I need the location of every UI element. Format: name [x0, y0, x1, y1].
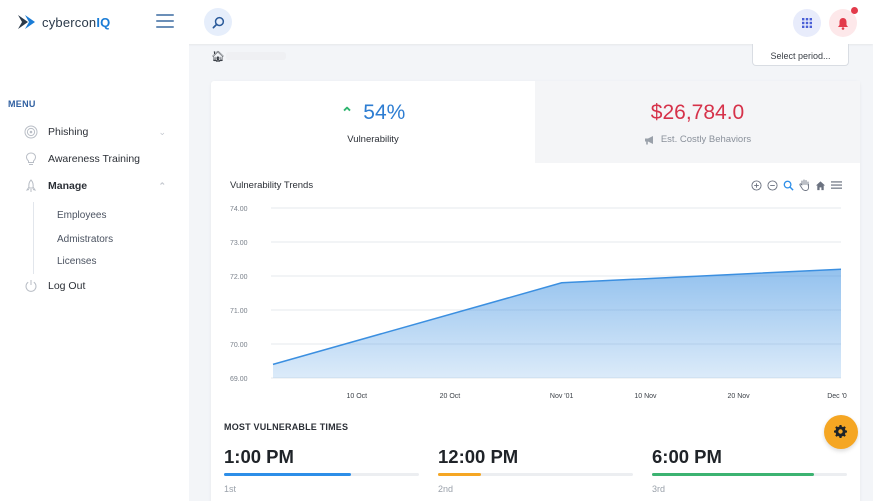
grid-icon — [802, 18, 812, 28]
x-tick-label: Nov '01 — [550, 393, 574, 400]
period-select-value: Select period... — [770, 51, 831, 61]
vulnerability-trend-chart: 74.00 73.00 72.00 71.00 70.00 69.00 10 Oct 20 O… — [230, 206, 847, 400]
y-tick-label: 70.00 — [230, 342, 248, 349]
y-tick-label: 74.00 — [230, 206, 248, 213]
gear-icon — [834, 425, 848, 439]
x-tick-label: 20 Nov — [727, 393, 750, 400]
chevron-up-icon: ⌃ — [158, 180, 166, 191]
settings-fab-button[interactable] — [824, 415, 858, 449]
chart-menu-icon[interactable] — [830, 179, 842, 191]
sidebar-item-label: Awareness Training — [48, 153, 141, 165]
y-tick-label: 71.00 — [230, 308, 248, 315]
top-bar: cyberconIQ — [0, 0, 873, 44]
brand-suffix: IQ — [96, 14, 111, 30]
costly-behaviors-label: Est. Costly Behaviors — [660, 134, 752, 145]
sidebar-subitem-administrators[interactable]: Admistrators — [57, 234, 113, 245]
vulnerability-label: Vulnerability — [347, 134, 399, 145]
home-icon[interactable]: 🏠︎ — [211, 50, 225, 63]
sidebar-item-logout[interactable]: Log Out — [24, 277, 174, 295]
vulnerable-time-rank: 2nd — [438, 484, 454, 494]
reset-home-icon[interactable] — [814, 179, 826, 191]
chevron-down-icon: ⌄ — [158, 126, 166, 137]
vulnerable-time-value: 6:00 PM — [652, 446, 722, 467]
app-frame: cyberconIQ MENU Phishing ⌄ Awareness Tra… — [0, 0, 873, 501]
sidebar-item-label: Phishing — [48, 126, 89, 138]
submenu-divider — [33, 202, 34, 274]
bell-icon — [838, 17, 848, 30]
vulnerable-time-1: 1:00 PM 1st — [224, 446, 419, 494]
vulnerable-time-track — [438, 473, 633, 476]
zoom-out-icon[interactable] — [766, 179, 778, 191]
sidebar-item-phishing[interactable]: Phishing ⌄ — [24, 123, 174, 141]
x-tick-label: Dec '0 — [827, 393, 847, 400]
brand-logo[interactable]: cyberconIQ — [16, 13, 110, 31]
pan-hand-icon[interactable] — [798, 179, 810, 191]
vulnerable-time-rank: 1st — [224, 484, 237, 494]
x-tick-label: 10 Nov — [634, 393, 657, 400]
sidebar-item-awareness-training[interactable]: Awareness Training — [24, 150, 174, 168]
megaphone-icon — [644, 135, 655, 145]
vulnerable-time-rank: 3rd — [652, 484, 666, 494]
vulnerable-time-value: 1:00 PM — [224, 446, 294, 467]
vulnerable-time-bar — [224, 473, 351, 476]
vulnerability-value: 54% — [363, 101, 406, 124]
chart-title: Vulnerability Trends — [230, 180, 314, 191]
costly-behaviors-value: $26,784.0 — [650, 101, 745, 124]
notification-dot — [851, 7, 858, 14]
vulnerable-time-3: 6:00 PM 3rd — [652, 446, 847, 494]
vulnerable-time-track — [652, 473, 847, 476]
apps-grid-button[interactable] — [793, 9, 821, 37]
series-area — [273, 269, 841, 378]
dashboard-card: ⌃ 54% Vulnerability $26,784.0 Est. Costl… — [211, 81, 860, 501]
vulnerable-time-value: 12:00 PM — [438, 446, 519, 467]
x-tick-label: 20 Oct — [440, 393, 461, 400]
selection-zoom-icon[interactable] — [782, 179, 794, 191]
search-icon — [212, 16, 224, 28]
vulnerable-time-bar — [438, 473, 481, 476]
y-tick-label: 72.00 — [230, 274, 248, 281]
period-select[interactable]: Select period... — [752, 44, 849, 66]
search-button[interactable] — [204, 8, 232, 36]
power-icon — [24, 279, 38, 293]
sidebar-item-label: Log Out — [48, 280, 86, 292]
vulnerable-time-2: 12:00 PM 2nd — [438, 446, 633, 494]
lightbulb-icon — [24, 152, 38, 166]
sidebar: MENU Phishing ⌄ Awareness Training Manag… — [0, 44, 189, 501]
x-tick-label: 10 Oct — [346, 393, 367, 400]
sidebar-item-label: Manage — [48, 180, 88, 192]
notifications-button[interactable] — [829, 7, 858, 37]
hamburger-menu-icon[interactable] — [156, 14, 174, 28]
sidebar-subitem-employees[interactable]: Employees — [57, 210, 106, 221]
menu-title: MENU — [8, 99, 36, 109]
zoom-in-icon[interactable] — [750, 179, 762, 191]
costly-behaviors-stat: $26,784.0 Est. Costly Behaviors — [535, 81, 860, 163]
vulnerability-stat: ⌃ 54% Vulnerability — [211, 81, 535, 163]
target-icon — [24, 125, 38, 139]
y-tick-label: 73.00 — [230, 240, 248, 247]
vulnerable-time-bar — [652, 473, 814, 476]
trend-up-icon: ⌃ — [340, 105, 354, 122]
vulnerable-time-track — [224, 473, 419, 476]
chart-toolbar — [750, 178, 842, 192]
y-tick-label: 69.00 — [230, 376, 248, 383]
vulnerable-times-title: MOST VULNERABLE TIMES — [224, 422, 349, 432]
sidebar-subitem-licenses[interactable]: Licenses — [57, 256, 96, 267]
sidebar-item-manage[interactable]: Manage ⌃ — [24, 177, 174, 195]
rocket-icon — [24, 179, 38, 193]
brand-prefix: cybercon — [42, 14, 97, 30]
logo-chevron-icon — [18, 15, 35, 29]
breadcrumb-placeholder — [226, 52, 286, 60]
